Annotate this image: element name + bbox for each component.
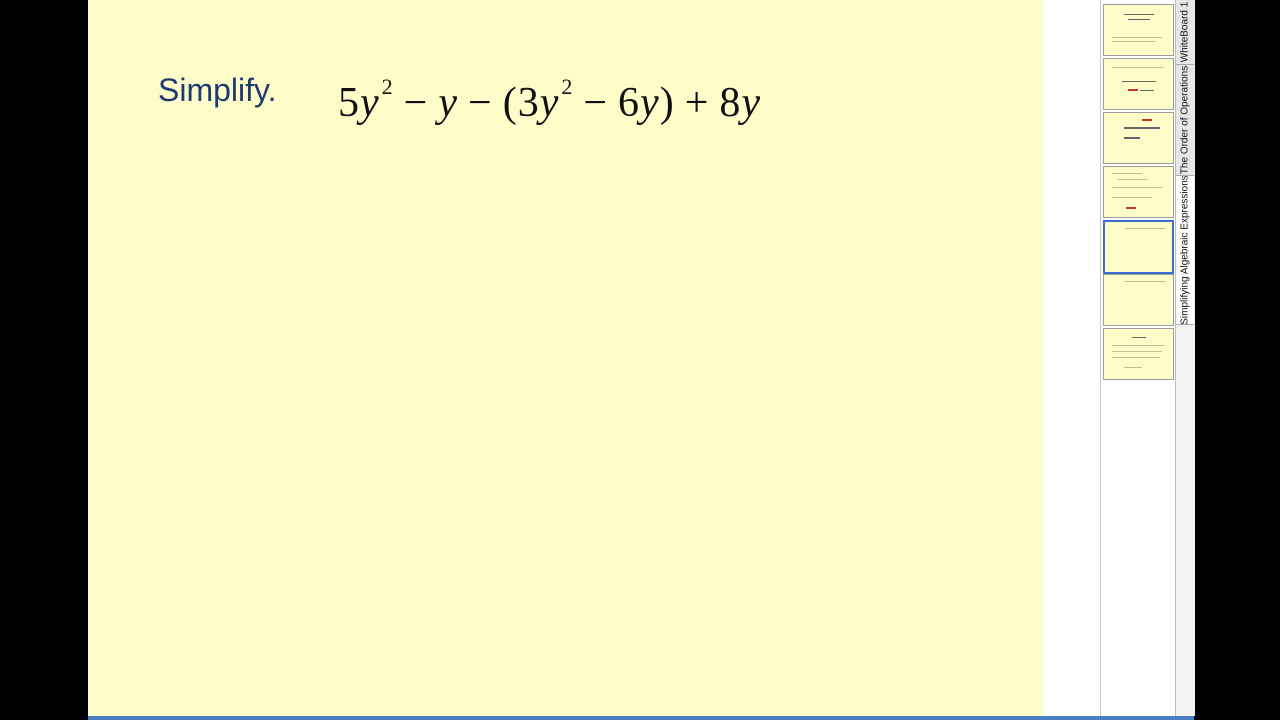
- right-paren: ): [659, 80, 675, 126]
- document-tab-strip: WhiteBoard 1 The Order of Operations Sim…: [1175, 0, 1195, 716]
- term-5-var: y: [741, 80, 762, 126]
- term-5-coef: 8: [719, 80, 742, 126]
- term-3-var: y: [539, 80, 560, 126]
- tab-order-of-operations[interactable]: The Order of Operations: [1176, 65, 1194, 176]
- operator-4: +: [684, 80, 710, 126]
- operator-2: −: [468, 80, 493, 126]
- slide-thumbnail-1[interactable]: [1103, 4, 1174, 56]
- math-expression: 5y2− y − (3y2−6y) +8y: [338, 74, 761, 127]
- term-3-coef: 3: [517, 80, 540, 126]
- term-4-var: y: [640, 80, 660, 126]
- term-3-exp: 2: [561, 74, 574, 99]
- slide-canvas: Simplify. 5y2− y − (3y2−6y) +8y: [88, 0, 1043, 716]
- term-1-exp: 2: [381, 74, 394, 99]
- tab-simplifying-algebraic-expressions[interactable]: Simplifying Algebraic Expressions: [1176, 176, 1194, 325]
- term-4-coef: 6: [618, 80, 641, 126]
- slide-thumbnail-2[interactable]: [1103, 58, 1174, 110]
- slide-thumbnail-7[interactable]: [1103, 328, 1174, 380]
- operator-3: −: [583, 80, 609, 126]
- operator-1: −: [403, 80, 429, 126]
- slide-thumbnail-6[interactable]: [1103, 274, 1174, 326]
- tab-label: The Order of Operations: [1179, 65, 1191, 175]
- left-paren: (: [502, 80, 518, 126]
- tab-label: Simplifying Algebraic Expressions: [1179, 176, 1191, 325]
- tab-whiteboard-1[interactable]: WhiteBoard 1: [1176, 0, 1194, 65]
- slide-title: Simplify.: [158, 72, 277, 108]
- slide-thumbnail-5-selected[interactable]: [1103, 220, 1174, 274]
- bottom-border: [88, 716, 1194, 720]
- canvas-margin: [1043, 0, 1100, 716]
- tab-label: WhiteBoard 1: [1179, 1, 1191, 63]
- slide-thumbnail-3[interactable]: [1103, 112, 1174, 164]
- term-1-var: y: [360, 80, 380, 126]
- term-2-var: y: [438, 80, 458, 126]
- term-1-coef: 5: [338, 80, 360, 126]
- slide-thumbnail-panel[interactable]: [1100, 0, 1176, 716]
- slide-thumbnail-4[interactable]: [1103, 166, 1174, 218]
